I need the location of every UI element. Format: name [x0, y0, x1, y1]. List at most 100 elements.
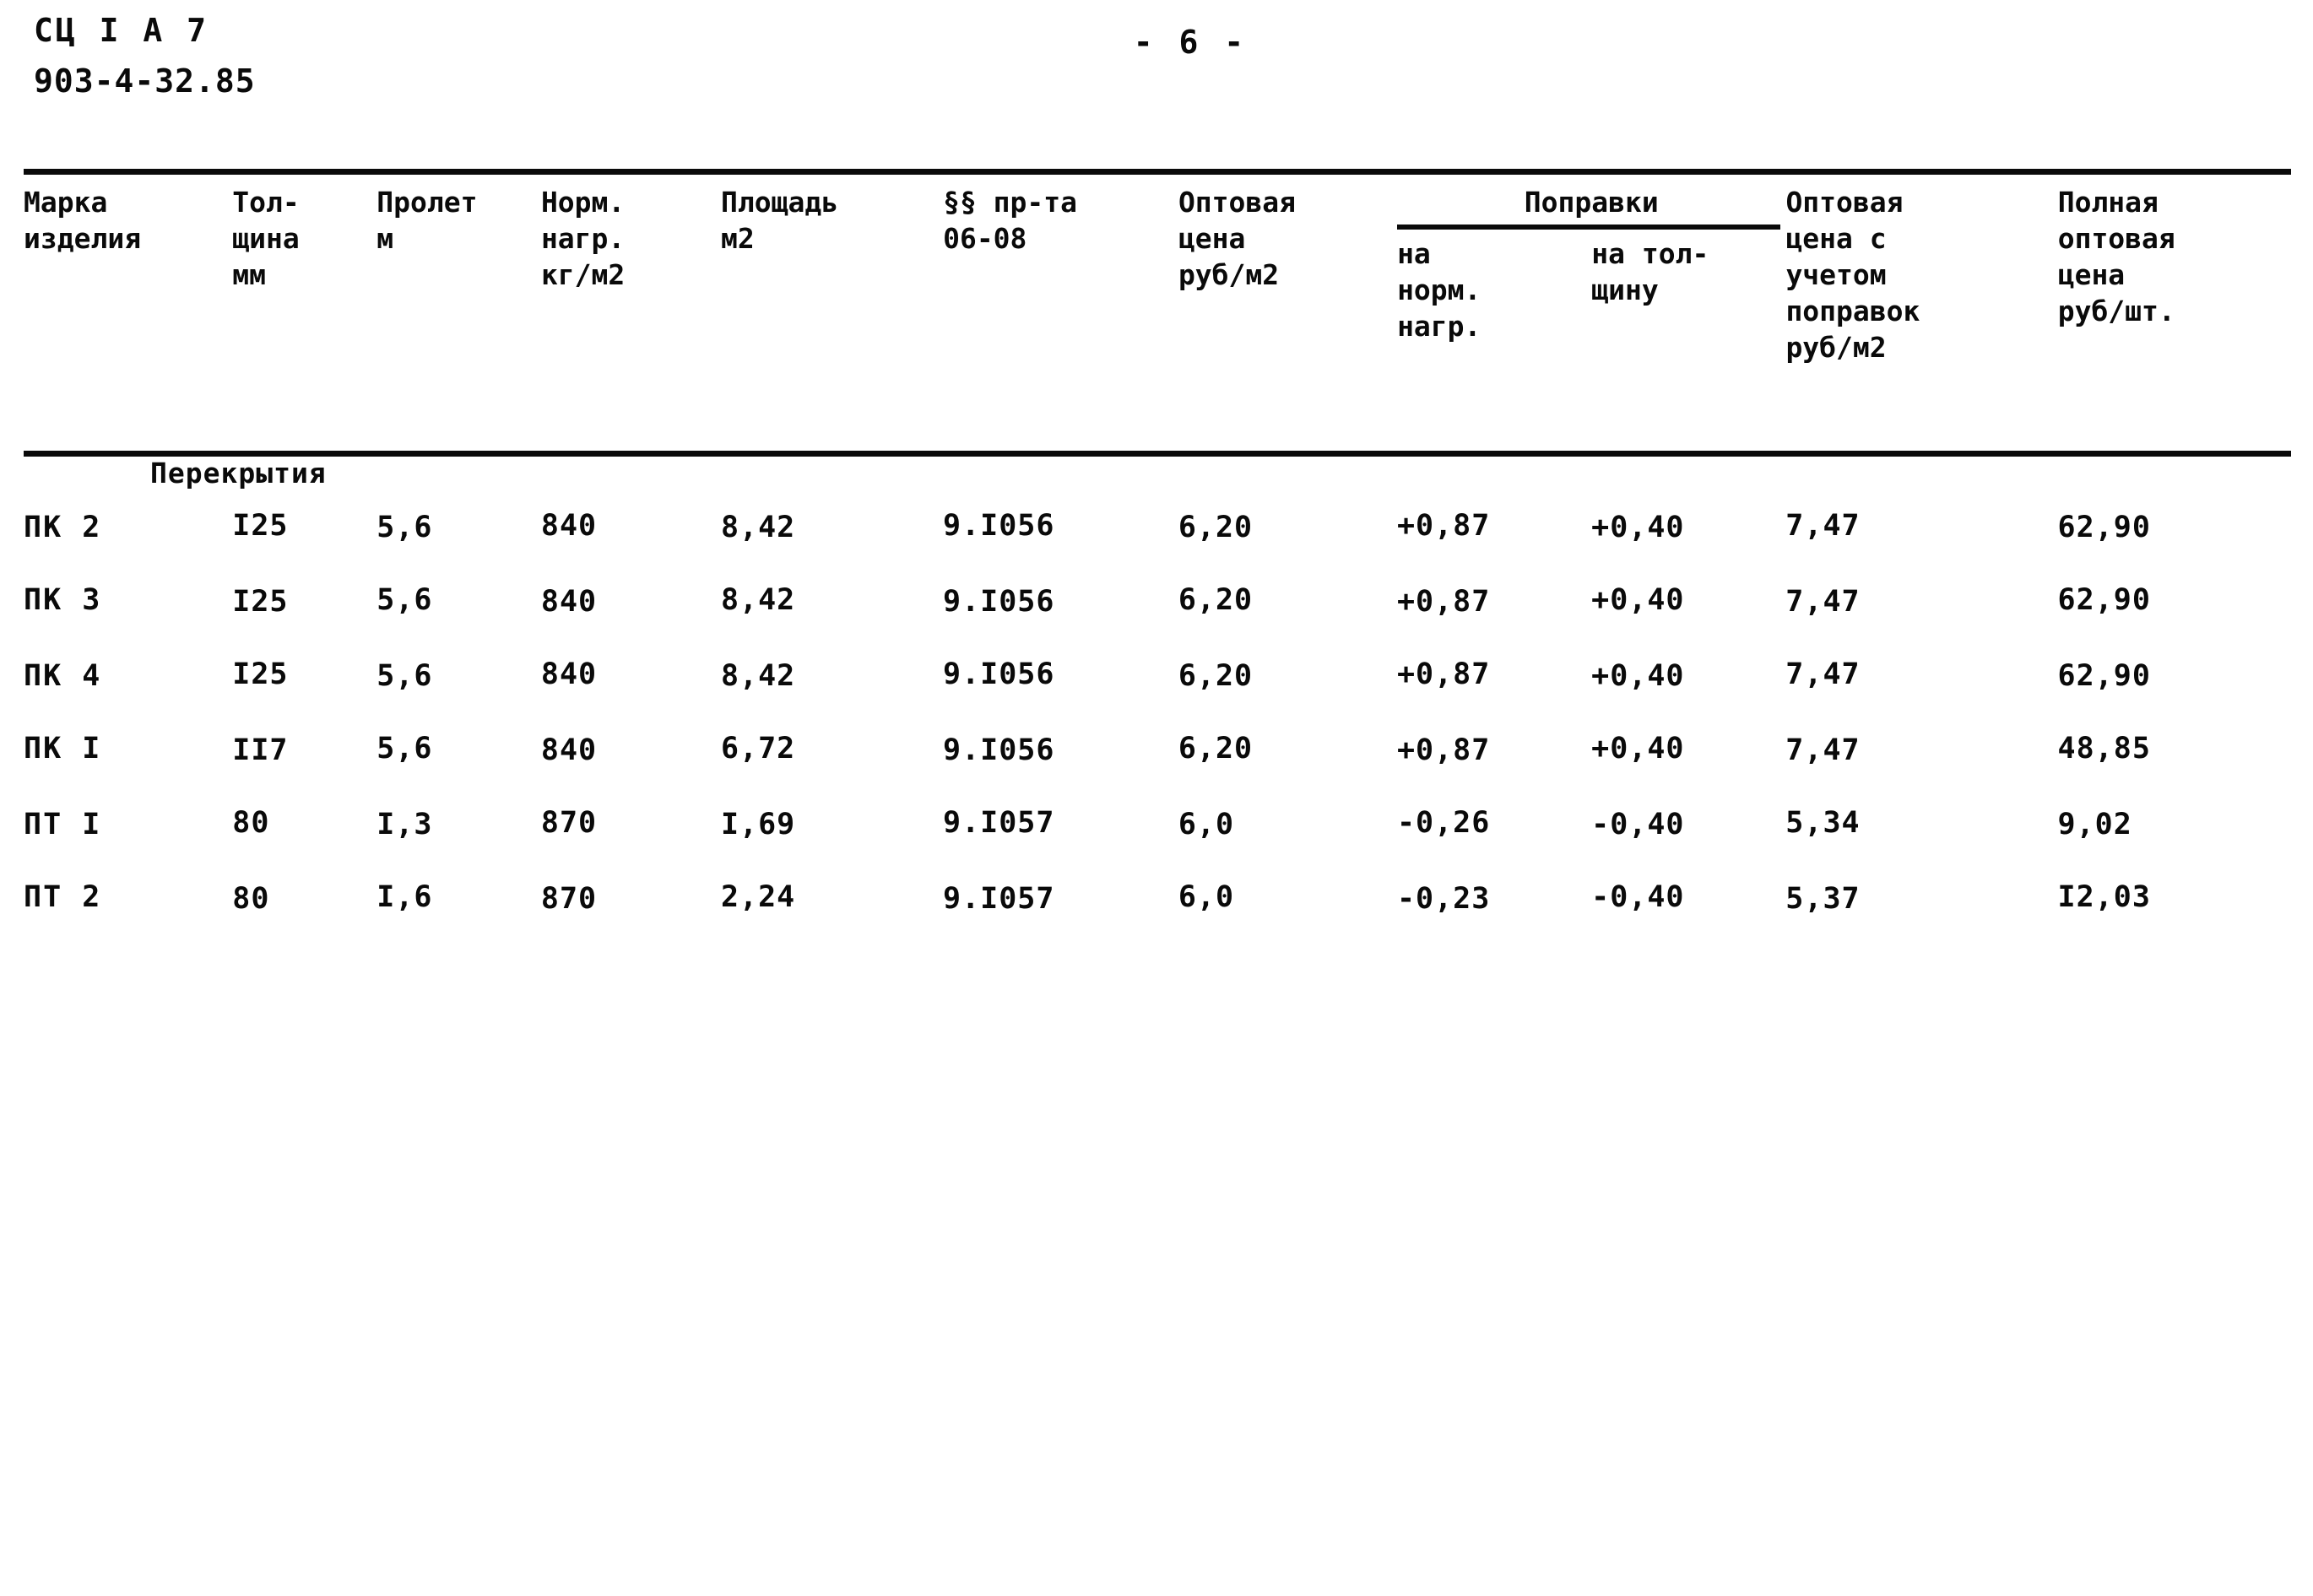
- header-thickness: Тол- щина мм: [232, 176, 376, 449]
- cell-full-price-value: 62,90: [2057, 510, 2151, 544]
- cell-correction-thickness-value: +0,40: [1591, 510, 1685, 544]
- header-wholesale-price: Оптовая цена руб/м2: [1178, 176, 1397, 449]
- cell-norm-load-value: 840: [540, 508, 598, 543]
- header-full-price-label: Полная оптовая цена руб/шт.: [2057, 186, 2175, 327]
- header-mark: Марка изделия: [24, 176, 232, 449]
- cell-correction-thickness: +0,40: [1591, 638, 1785, 712]
- cell-thickness: II7: [232, 712, 376, 787]
- cell-price-with-corrections-value: 7,47: [1785, 508, 1861, 543]
- cell-wholesale-price: 6,0: [1178, 861, 1397, 935]
- cell-thickness-value: II7: [232, 733, 289, 767]
- cell-price-with-corrections: 7,47: [1785, 564, 2057, 638]
- header-area: Площадь м2: [721, 176, 943, 449]
- cell-correction-load-value: -0,23: [1396, 881, 1491, 916]
- cell-price-with-corrections-value: 7,47: [1785, 584, 1861, 619]
- table-top-rule: [24, 169, 2291, 175]
- table-header: Марка изделия Тол- щина мм Пролет м Норм…: [24, 176, 2291, 449]
- cell-thickness: I25: [232, 638, 376, 712]
- cell-span-value: 5,6: [376, 510, 433, 544]
- cell-correction-thickness: -0,40: [1591, 787, 1785, 861]
- cell-wholesale-price: 6,20: [1178, 638, 1397, 712]
- cell-paragraphs-value: 9.I056: [943, 657, 1055, 691]
- table-header-row: Марка изделия Тол- щина мм Пролет м Норм…: [24, 176, 2291, 449]
- cell-area: I,69: [721, 787, 943, 861]
- cell-paragraphs: 9.I056: [943, 712, 1178, 787]
- cell-correction-load-value: -0,26: [1396, 805, 1491, 840]
- cell-correction-thickness-value: +0,40: [1591, 582, 1685, 617]
- cell-span-value: 5,6: [376, 582, 433, 617]
- cell-span-value: I,6: [376, 879, 433, 914]
- cell-area-value: 6,72: [720, 731, 796, 766]
- cell-full-price: I2,03: [2058, 861, 2291, 935]
- cell-correction-thickness-value: -0,40: [1591, 879, 1685, 914]
- cell-wholesale-price: 6,20: [1178, 564, 1397, 638]
- cell-area: 8,42: [721, 490, 943, 564]
- section-label: Перекрытия: [150, 456, 327, 490]
- cell-price-with-corrections: 7,47: [1785, 638, 2057, 712]
- cell-mark: ПТ I: [24, 787, 232, 861]
- cell-correction-thickness: +0,40: [1591, 712, 1785, 787]
- header-area-label: Площадь м2: [721, 186, 839, 255]
- price-table-body: Перекрытия ПК 2 I25 5,6 840 8,42 9.I056 6,20 +0,…: [24, 457, 2291, 935]
- cell-thickness: I25: [232, 490, 376, 564]
- cell-span-value: 5,6: [376, 658, 433, 693]
- cell-mark-value: ПТ 2: [24, 879, 102, 914]
- table-row: ПК 4 I25 5,6 840 8,42 9.I056 6,20 +0,87 +0,40 7,4…: [24, 638, 2291, 712]
- header-mark-label: Марка изделия: [24, 186, 142, 255]
- price-table-container: Марка изделия Тол- щина мм Пролет м Норм…: [24, 169, 2291, 935]
- cell-correction-load-value: +0,87: [1396, 657, 1491, 691]
- cell-thickness: 80: [232, 861, 376, 935]
- cell-full-price: 9,02: [2058, 787, 2291, 861]
- cell-correction-load: +0,87: [1397, 638, 1591, 712]
- table-row: ПК I II7 5,6 840 6,72 9.I056 6,20 +0,87 +0,40 7,4…: [24, 712, 2291, 787]
- cell-full-price-value: 62,90: [2057, 658, 2151, 693]
- cell-area: 6,72: [721, 712, 943, 787]
- cell-paragraphs: 9.I056: [943, 638, 1178, 712]
- cell-thickness: 80: [232, 787, 376, 861]
- cell-paragraphs: 9.I056: [943, 490, 1178, 564]
- cell-norm-load-value: 840: [540, 584, 598, 619]
- document-page: СЦ I A 7 903-4-32.85 - 6 - Марка изделия…: [0, 0, 2313, 1596]
- cell-correction-load: +0,87: [1397, 712, 1591, 787]
- cell-area-value: 2,24: [720, 879, 796, 914]
- cell-correction-thickness-value: -0,40: [1591, 807, 1685, 841]
- cell-price-with-corrections: 7,47: [1785, 490, 2057, 564]
- cell-correction-thickness: -0,40: [1591, 861, 1785, 935]
- cell-full-price-value: 62,90: [2057, 582, 2151, 617]
- cell-span: 5,6: [376, 638, 541, 712]
- cell-price-with-corrections: 5,37: [1785, 861, 2057, 935]
- cell-thickness-value: 80: [232, 881, 270, 916]
- cell-wholesale-price-value: 6,0: [1178, 879, 1235, 914]
- header-price-with-corrections: Оптовая цена с учетом поправок руб/м2: [1785, 176, 2057, 449]
- cell-norm-load: 840: [541, 490, 721, 564]
- cell-area-value: 8,42: [720, 658, 796, 693]
- cell-paragraphs-value: 9.I057: [943, 805, 1055, 840]
- cell-correction-thickness: +0,40: [1591, 564, 1785, 638]
- cell-price-with-corrections: 7,47: [1785, 712, 2057, 787]
- cell-correction-thickness-value: +0,40: [1591, 658, 1685, 693]
- header-corrections-group-label: Поправки: [1524, 186, 1659, 219]
- cell-paragraphs-value: 9.I056: [943, 584, 1055, 619]
- cell-area-value: 8,42: [720, 582, 796, 617]
- page-number: - 6 -: [1133, 24, 1248, 61]
- cell-norm-load: 840: [541, 638, 721, 712]
- cell-norm-load-value: 870: [540, 881, 598, 916]
- cell-mark-value: ПТ I: [24, 807, 102, 841]
- cell-norm-load: 870: [541, 787, 721, 861]
- cell-paragraphs-value: 9.I056: [943, 733, 1055, 767]
- document-series-number: 903-4-32.85: [34, 62, 256, 100]
- cell-span: 5,6: [376, 490, 541, 564]
- cell-price-with-corrections-value: 5,34: [1785, 805, 1861, 840]
- header-paragraphs-label: §§ пр-та 06-08: [943, 186, 1078, 255]
- cell-full-price: 62,90: [2058, 638, 2291, 712]
- table-row: ПК 2 I25 5,6 840 8,42 9.I056 6,20 +0,87 +0,40 7,4…: [24, 490, 2291, 564]
- section-header-row: Перекрытия: [24, 457, 2291, 490]
- table-header-bottom-rule: [24, 450, 2291, 457]
- cell-mark-value: ПК 2: [24, 510, 102, 544]
- header-thickness-label: Тол- щина мм: [232, 186, 300, 291]
- cell-correction-thickness-value: +0,40: [1591, 731, 1685, 766]
- price-table: Марка изделия Тол- щина мм Пролет м Норм…: [24, 176, 2291, 449]
- cell-norm-load-value: 870: [540, 805, 598, 840]
- header-span-label: Пролет м: [376, 186, 478, 255]
- header-corrections-group: Поправки на норм. нагр. на тол- щину: [1397, 176, 1785, 449]
